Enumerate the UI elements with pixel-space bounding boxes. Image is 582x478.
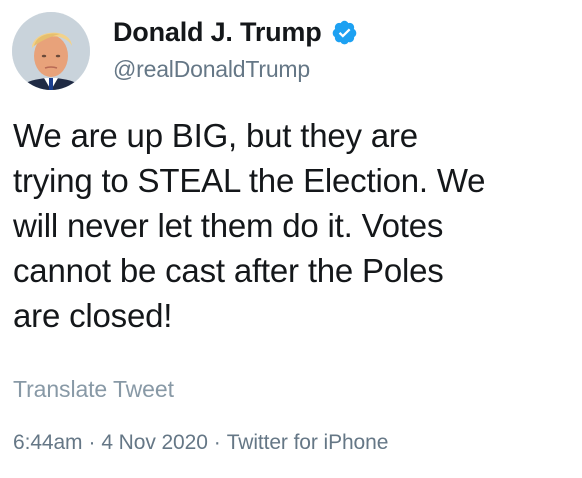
verified-badge-icon bbox=[331, 19, 358, 46]
avatar[interactable] bbox=[12, 12, 90, 90]
tweet-text: We are up BIG, but they are trying to ST… bbox=[13, 117, 486, 334]
meta-separator: · bbox=[88, 431, 96, 454]
profile-photo-icon bbox=[12, 12, 90, 90]
display-name[interactable]: Donald J. Trump bbox=[113, 14, 322, 50]
tweet-time[interactable]: 6:44am bbox=[13, 431, 83, 454]
author-names: Donald J. Trump @realDonaldTrump bbox=[113, 14, 553, 84]
tweet-source[interactable]: Twitter for iPhone bbox=[227, 431, 389, 454]
meta-separator: · bbox=[213, 431, 221, 454]
tweet-date[interactable]: 4 Nov 2020 bbox=[101, 431, 208, 454]
tweet-meta: 6:44am · 4 Nov 2020 · Twitter for iPhone bbox=[13, 428, 388, 458]
user-handle[interactable]: @realDonaldTrump bbox=[113, 54, 553, 84]
display-name-row: Donald J. Trump bbox=[113, 14, 553, 50]
translate-tweet-link[interactable]: Translate Tweet bbox=[13, 374, 174, 404]
tweet-card: Donald J. Trump @realDonaldTrump We are … bbox=[0, 0, 582, 478]
